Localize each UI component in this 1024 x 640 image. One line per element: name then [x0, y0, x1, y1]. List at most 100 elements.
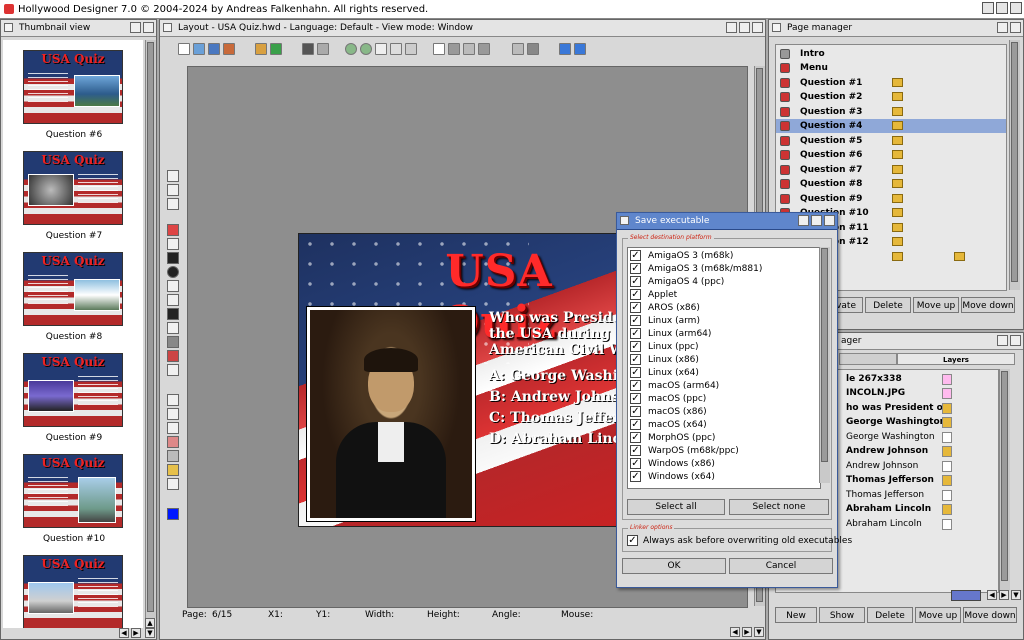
ok-button[interactable]: OK	[622, 558, 726, 574]
redo-icon[interactable]	[360, 43, 372, 55]
thumbnail-view-titlebar[interactable]: Thumbnail view	[1, 20, 156, 37]
save-icon[interactable]	[208, 43, 220, 55]
scroll-up-arrow-icon[interactable]: ▲	[145, 618, 155, 628]
iconify-icon[interactable]	[726, 22, 737, 33]
checkbox-checked[interactable]: ✓	[630, 263, 641, 274]
brush-tool-icon[interactable]	[167, 224, 179, 236]
paste-icon[interactable]	[405, 43, 417, 55]
scroll-down-arrow-icon[interactable]: ▼	[754, 627, 764, 637]
scroll-down-arrow-icon[interactable]: ▼	[1011, 590, 1021, 600]
page-manager-titlebar[interactable]: Page manager	[769, 20, 1023, 37]
iconify-icon[interactable]	[982, 2, 994, 14]
thumbnail-question-8[interactable]: USA Quiz	[23, 252, 123, 326]
thumbnail-question-9[interactable]: USA Quiz	[23, 353, 123, 427]
page-list-scrollbar[interactable]	[1009, 40, 1020, 290]
zoom-icon[interactable]	[996, 2, 1008, 14]
rectangle-tool-icon[interactable]	[167, 252, 179, 264]
objects-icon[interactable]	[463, 43, 475, 55]
move-down-page-button[interactable]: Move down	[961, 297, 1015, 313]
eyedropper-tool-icon[interactable]	[167, 364, 179, 376]
new-icon[interactable]	[178, 43, 190, 55]
platform-list[interactable]: ✓ AmigaOS 3 (m68k) ✓ AmigaOS 3 (m68k/m881)…	[627, 247, 821, 489]
platform-list-scrollbar[interactable]	[819, 247, 830, 483]
copy-icon[interactable]	[390, 43, 402, 55]
checkbox-checked[interactable]: ✓	[630, 354, 641, 365]
portrait-image[interactable]	[307, 307, 475, 521]
depth-icon[interactable]	[1010, 335, 1021, 346]
show-layer-button[interactable]: Show	[819, 607, 865, 623]
scroll-right-arrow-icon[interactable]: ▶	[131, 628, 141, 638]
previous-page-icon[interactable]	[559, 43, 571, 55]
move-up-page-button[interactable]: Move up	[913, 297, 959, 313]
layout-titlebar[interactable]: Layout - USA Quiz.hwd - Language: Defaul…	[160, 20, 765, 37]
scroll-right-arrow-icon[interactable]: ▶	[999, 590, 1009, 600]
save-dialog-titlebar[interactable]: Save executable	[617, 213, 837, 230]
layer-up-icon[interactable]	[167, 394, 179, 406]
anim-tool-icon[interactable]	[167, 350, 179, 362]
checkbox-checked[interactable]: ✓	[630, 250, 641, 261]
checkbox-checked[interactable]: ✓	[630, 276, 641, 287]
run-icon[interactable]	[255, 43, 267, 55]
page-row-question-4[interactable]: Question #4	[776, 119, 1006, 133]
checkbox-checked[interactable]: ✓	[630, 471, 641, 482]
checkbox-checked[interactable]: ✓	[630, 380, 641, 391]
thumbnail-list[interactable]: USA Quiz Question #6 USA Quiz Question #…	[3, 40, 143, 628]
forward-icon[interactable]	[527, 43, 539, 55]
scroll-left-arrow-icon[interactable]: ◀	[730, 627, 740, 637]
thumbnail-question-11[interactable]: USA Quiz	[23, 555, 123, 628]
depth-icon[interactable]	[143, 22, 154, 33]
cut-icon[interactable]	[375, 43, 387, 55]
transparency-icon[interactable]	[167, 450, 179, 462]
horizontal-scroll-knob[interactable]	[951, 590, 981, 601]
checkbox-checked[interactable]: ✓	[630, 341, 641, 352]
page-row-question-1[interactable]: Question #1	[776, 76, 1006, 90]
thumbnail-scroll-knob[interactable]	[147, 42, 154, 612]
layer-list-scrollbar[interactable]	[999, 369, 1010, 591]
zoom-tool-icon[interactable]	[167, 198, 179, 210]
move-up-layer-button[interactable]: Move up	[915, 607, 961, 623]
color-swatch[interactable]	[167, 508, 179, 520]
layers-icon[interactable]	[448, 43, 460, 55]
depth-icon[interactable]	[824, 215, 835, 226]
cancel-button[interactable]: Cancel	[729, 558, 833, 574]
undo-icon[interactable]	[345, 43, 357, 55]
play-icon[interactable]	[512, 43, 524, 55]
page-row-question-3[interactable]: Question #3	[776, 105, 1006, 119]
align-icon[interactable]	[167, 422, 179, 434]
tab-layers[interactable]: Layers	[897, 353, 1015, 365]
text-tool-icon[interactable]	[167, 322, 179, 334]
screen-icon[interactable]	[302, 43, 314, 55]
zoom-icon[interactable]	[811, 215, 822, 226]
zoom-icon[interactable]	[997, 22, 1008, 33]
iconify-icon[interactable]	[798, 215, 809, 226]
save-as-icon[interactable]	[223, 43, 235, 55]
checkbox-checked[interactable]: ✓	[630, 328, 641, 339]
select-all-button[interactable]: Select all	[627, 499, 725, 515]
properties-icon[interactable]	[478, 43, 490, 55]
checkbox-checked[interactable]: ✓	[627, 535, 638, 546]
scroll-left-arrow-icon[interactable]: ◀	[987, 590, 997, 600]
close-icon[interactable]	[620, 216, 629, 225]
checkbox-checked[interactable]: ✓	[630, 458, 641, 469]
line-tool-icon[interactable]	[167, 238, 179, 250]
thumbnail-question-10[interactable]: USA Quiz	[23, 454, 123, 528]
next-page-icon[interactable]	[574, 43, 586, 55]
thumbnail-question-6[interactable]: USA Quiz	[23, 50, 123, 124]
close-icon[interactable]	[163, 23, 172, 32]
checkbox-checked[interactable]: ✓	[630, 432, 641, 443]
zoom-icon[interactable]	[997, 335, 1008, 346]
delete-layer-button[interactable]: Delete	[867, 607, 913, 623]
font-icon[interactable]	[167, 408, 179, 420]
image-tool-icon[interactable]	[167, 336, 179, 348]
new-layer-button[interactable]: New	[775, 607, 817, 623]
close-icon[interactable]	[4, 23, 13, 32]
page-row-question-6[interactable]: Question #6	[776, 148, 1006, 162]
hand-tool-icon[interactable]	[167, 184, 179, 196]
select-tool-icon[interactable]	[167, 170, 179, 182]
scroll-down-arrow-icon[interactable]: ▼	[145, 628, 155, 638]
zoom-icon[interactable]	[739, 22, 750, 33]
page-list-scroll-knob[interactable]	[1011, 42, 1018, 282]
arc-tool-icon[interactable]	[167, 280, 179, 292]
tab-objects[interactable]	[839, 353, 897, 365]
bucket-icon[interactable]	[167, 478, 179, 490]
